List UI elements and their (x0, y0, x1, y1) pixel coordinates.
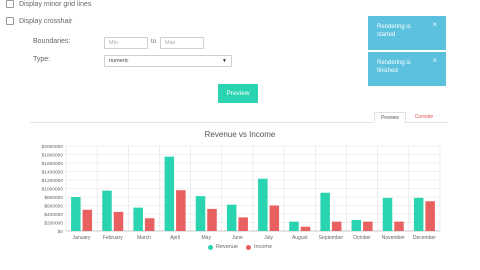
legend-label-income: Income (253, 244, 273, 250)
bar-revenue-february (102, 190, 112, 231)
x-tick-label: November (382, 235, 405, 241)
x-tick-label: March (137, 235, 151, 241)
x-tick-label: December (413, 235, 436, 241)
bar-revenue-august (289, 221, 299, 231)
legend-swatch-revenue (207, 244, 213, 250)
y-tick-label: $2000000 (42, 144, 64, 150)
bar-revenue-december (413, 197, 424, 231)
y-tick-label: $200000 (44, 220, 63, 226)
bar-revenue-january (71, 197, 81, 231)
y-tick-label: $600000 (44, 203, 63, 209)
x-tick-label: August (292, 235, 308, 241)
y-tick-label: $400000 (44, 212, 63, 218)
bar-revenue-october (351, 219, 362, 231)
bar-revenue-march (133, 207, 143, 231)
y-tick-label: $1000000 (42, 186, 64, 192)
bar-income-august (300, 226, 311, 231)
legend-label-revenue: Revenue (215, 244, 238, 250)
x-tick-label: June (232, 235, 243, 241)
x-tick-label: April (170, 235, 180, 241)
y-tick-label: $1600000 (42, 161, 64, 167)
bar-income-december (425, 201, 435, 231)
y-tick-label: $800000 (44, 195, 63, 201)
bar-income-june (238, 217, 248, 231)
y-tick-label: $1400000 (42, 169, 64, 175)
bar-revenue-may (195, 196, 206, 231)
bar-income-april (176, 190, 186, 231)
bar-income-july (269, 205, 280, 231)
legend-item-income: Income (245, 244, 273, 250)
bar-income-october (363, 221, 373, 231)
bar-income-november (394, 221, 404, 231)
x-tick-label: October (353, 235, 371, 241)
x-tick-label: January (73, 235, 91, 241)
bar-revenue-september (320, 192, 330, 231)
legend-swatch-income (245, 244, 251, 250)
y-tick-label: $1200000 (42, 178, 64, 184)
bar-revenue-july (258, 178, 268, 231)
chart-legend: Revenue Income (0, 244, 480, 250)
y-tick-label: $1800000 (42, 152, 64, 158)
bar-revenue-june (226, 204, 237, 231)
bar-revenue-april (164, 156, 175, 231)
x-tick-label: September (319, 235, 344, 241)
legend-item-revenue: Revenue (207, 244, 238, 250)
x-tick-label: February (103, 235, 124, 241)
y-tick-label: $0 (58, 229, 64, 235)
x-tick-label: July (264, 235, 273, 241)
x-tick-label: May (202, 235, 212, 241)
bar-income-february (113, 211, 124, 231)
bar-income-may (207, 208, 217, 231)
bar-income-september (331, 221, 342, 231)
bar-revenue-november (382, 197, 393, 231)
revenue-income-chart: $0 $200000 $400000 $600000 $800000 $1000000 $1… (42, 144, 441, 241)
bar-income-march (144, 218, 155, 231)
bar-income-january (82, 209, 93, 231)
